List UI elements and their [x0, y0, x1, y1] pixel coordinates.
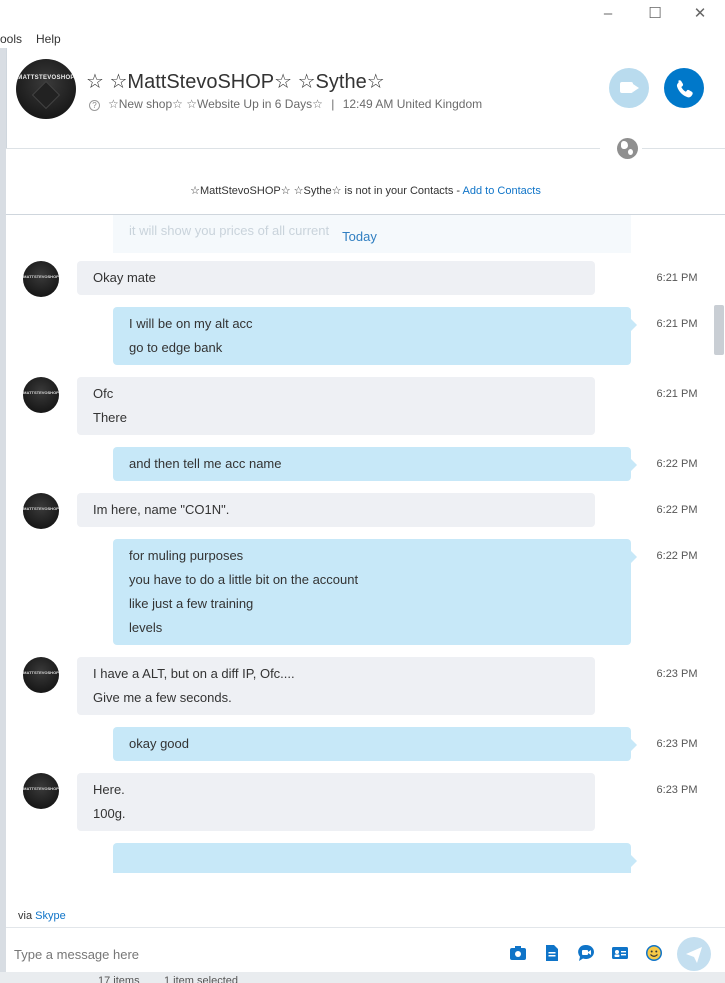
avatar-logo-text: MATTSTEVOSHOP [23, 390, 59, 395]
message-timestamp: 6:23 PM [656, 738, 698, 750]
message-bubble[interactable]: okay good [113, 727, 637, 761]
send-button[interactable] [677, 937, 711, 971]
message-bubble[interactable]: Im here, name "CO1N". [77, 493, 595, 527]
media-gallery-icon[interactable] [509, 944, 527, 962]
scrollbar-thumb[interactable] [714, 305, 724, 355]
message-line: I will be on my alt acc [129, 316, 253, 331]
taskbar-selection-count: 1 item selected [164, 975, 238, 983]
notice-text: ☆MattStevoSHOP☆ ☆Sythe☆ is not in your C… [190, 185, 463, 197]
audio-call-button[interactable] [664, 68, 704, 108]
incoming-message[interactable]: MATTSTEVOSHOP I have a ALT, but on a diff… [6, 657, 713, 715]
sender-avatar[interactable]: MATTSTEVOSHOP [23, 773, 59, 809]
message-line: 100g. [93, 806, 126, 821]
not-in-contacts-notice: ☆MattStevoSHOP☆ ☆Sythe☆ is not in your C… [6, 184, 725, 197]
message-timestamp: 6:23 PM [656, 668, 698, 680]
via-prefix: via [18, 910, 36, 922]
avatar-logo-text: MATTSTEVOSHOP [23, 670, 59, 675]
message-bubble[interactable]: Here. 100g. [77, 773, 595, 831]
incoming-message[interactable]: MATTSTEVOSHOP Im here, name "CO1N". 6:22 P… [6, 493, 713, 529]
video-message-icon[interactable] [577, 944, 595, 962]
message-timestamp: 6:21 PM [656, 388, 698, 400]
add-to-contacts-link[interactable]: Add to Contacts [463, 185, 541, 197]
video-call-button[interactable] [609, 68, 649, 108]
header-divider [6, 148, 600, 149]
status-separator: | [331, 97, 335, 111]
phone-icon [676, 80, 693, 98]
minimize-icon[interactable]: – [598, 5, 618, 23]
file-icon[interactable] [543, 944, 561, 962]
sender-avatar[interactable]: MATTSTEVOSHOP [23, 377, 59, 413]
contact-avatar[interactable]: MATTSTEVOSHOP [16, 59, 76, 119]
help-icon[interactable]: ? [89, 100, 100, 111]
message-timestamp: 6:21 PM [656, 318, 698, 330]
contact-name[interactable]: ☆ ☆MattStevoSHOP☆ ☆Sythe☆ [86, 69, 385, 94]
message-timestamp: 6:21 PM [656, 272, 698, 284]
outgoing-message[interactable]: and then tell me acc name 6:22 PM [6, 447, 713, 481]
message-line: okay good [129, 736, 189, 751]
sender-avatar[interactable]: MATTSTEVOSHOP [23, 261, 59, 297]
outgoing-message[interactable]: for muling purposes you have to do a litt… [6, 539, 713, 645]
incoming-message[interactable]: MATTSTEVOSHOP Ofc There 6:21 PM [6, 377, 713, 435]
message-line: you have to do a little bit on the accou… [129, 572, 359, 587]
taskbar-items-count: 17 items [98, 975, 140, 983]
globe-icon[interactable] [617, 138, 638, 159]
avatar-logo-text: MATTSTEVOSHOP [23, 506, 59, 511]
emoticon-icon[interactable] [645, 944, 663, 962]
close-icon[interactable]: ✕ [690, 5, 710, 23]
outgoing-message[interactable]: I will be on my alt acc go to edge bank 6:… [6, 307, 713, 365]
menu-help[interactable]: Help [36, 32, 61, 46]
message-timestamp: 6:22 PM [656, 458, 698, 470]
message-line: levels [129, 620, 163, 635]
message-line: Here. [93, 782, 125, 797]
menu-bar: ools Help [0, 28, 725, 48]
status-message: ☆New shop☆ ☆Website Up in 6 Days☆ [108, 97, 323, 111]
message-bubble[interactable]: and then tell me acc name [113, 447, 637, 481]
message-bubble[interactable]: Ofc There [77, 377, 595, 435]
via-skype-label: via Skype [18, 910, 66, 922]
message-line: Ofc [93, 386, 114, 401]
message-line: I have a ALT, but on a diff IP, Ofc.... [93, 666, 295, 681]
day-separator: Today [342, 229, 377, 244]
chat-scrollbar[interactable] [713, 215, 725, 873]
message-line: for muling purposes [129, 548, 244, 563]
message-line: Okay mate [93, 270, 156, 285]
outgoing-message[interactable]: okay good 6:23 PM [6, 727, 713, 761]
avatar-cube-graphic [31, 80, 61, 110]
message-bubble[interactable]: for muling purposes you have to do a litt… [113, 539, 637, 645]
via-skype-link[interactable]: Skype [35, 910, 66, 922]
avatar-logo-text: MATTSTEVOSHOP [23, 786, 59, 791]
contact-status-line: ? ☆New shop☆ ☆Website Up in 6 Days☆ | 12:… [89, 97, 482, 111]
message-timestamp: 6:22 PM [656, 550, 698, 562]
incoming-message[interactable]: MATTSTEVOSHOP Okay mate 6:21 PM [6, 261, 713, 297]
sender-avatar[interactable]: MATTSTEVOSHOP [23, 493, 59, 529]
message-line: like just a few training [129, 596, 254, 611]
video-camera-icon [620, 82, 639, 93]
message-bubble[interactable]: Okay mate [77, 261, 595, 295]
message-line: go to edge bank [129, 340, 223, 355]
message-timestamp: 6:22 PM [656, 504, 698, 516]
header-divider-right [642, 148, 725, 149]
message-line: Give me a few seconds. [93, 690, 232, 705]
message-input[interactable] [14, 941, 494, 967]
sender-avatar[interactable]: MATTSTEVOSHOP [23, 657, 59, 693]
message-list[interactable]: it will show you prices of all current T… [6, 215, 713, 873]
message-line: There [93, 410, 127, 425]
contact-card-icon[interactable] [611, 944, 629, 962]
taskbar-peek: 17 items 1 item selected [0, 972, 725, 983]
compose-divider [6, 927, 725, 928]
conversation-header: MATTSTEVOSHOP ☆ ☆MattStevoSHOP☆ ☆Sythe☆ … [6, 48, 725, 148]
skype-chat-window: – ☐ ✕ ools Help MATTSTEVOSHOP ☆ ☆MattSte… [0, 0, 725, 983]
message-bubble[interactable]: I have a ALT, but on a diff IP, Ofc.... G… [77, 657, 595, 715]
avatar-logo-text: MATTSTEVOSHOP [23, 274, 59, 279]
contact-local-time: 12:49 AM United Kingdom [342, 97, 483, 111]
menu-tools[interactable]: ools [0, 32, 22, 46]
maximize-icon[interactable]: ☐ [645, 5, 665, 23]
message-bubble[interactable]: I will be on my alt acc go to edge bank [113, 307, 637, 365]
message-bubble-partial[interactable] [113, 843, 637, 873]
message-line: Im here, name "CO1N". [93, 502, 230, 517]
incoming-message[interactable]: MATTSTEVOSHOP Here. 100g. 6:23 PM [6, 773, 713, 831]
message-timestamp: 6:23 PM [656, 784, 698, 796]
send-icon [686, 947, 702, 963]
message-line: and then tell me acc name [129, 456, 282, 471]
